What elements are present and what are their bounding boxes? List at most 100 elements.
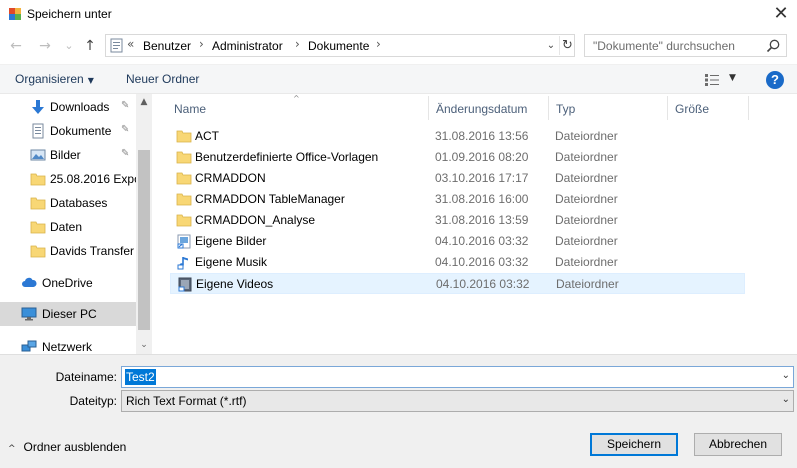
file-date: 04.10.2016 03:32 [436, 277, 530, 291]
refresh-button[interactable]: ↻ [559, 36, 575, 55]
sidebar-item-label: OneDrive [42, 276, 93, 290]
file-name: CRMADDON [195, 171, 266, 185]
file-name: Benutzerdefinierte Office-Vorlagen [195, 150, 379, 164]
column-divider[interactable] [748, 96, 749, 120]
file-type: Dateiordner [556, 277, 619, 291]
search-input[interactable]: "Dokumente" durchsuchen [584, 34, 787, 57]
breadcrumb-separator[interactable]: › [295, 37, 300, 51]
table-row-selected[interactable]: Eigene Videos 04.10.2016 03:32 Dateiordn… [170, 273, 745, 294]
sidebar-item-dokumente[interactable]: Dokumente ✎ [0, 119, 136, 143]
column-header-name[interactable]: Name [174, 102, 206, 116]
location-icon [110, 38, 123, 53]
chevron-up-icon: ^ [8, 444, 16, 454]
sort-indicator-icon: ^ [293, 94, 300, 103]
filename-dropdown-button[interactable]: ⌄ [782, 370, 790, 381]
breadcrumb-dokumente[interactable]: Dokumente [308, 39, 369, 53]
folder-icon [176, 214, 192, 227]
table-row[interactable]: Benutzerdefinierte Office-Vorlagen 01.09… [170, 147, 745, 168]
breadcrumb-benutzer[interactable]: Benutzer [143, 39, 191, 53]
nav-scrollbar[interactable]: ▲ ⌄ [136, 94, 152, 354]
pin-icon[interactable]: ✎ [121, 148, 129, 159]
file-name: ACT [195, 129, 219, 143]
hide-folders-button[interactable]: ^ Ordner ausblenden [8, 440, 126, 454]
file-name: Eigene Musik [195, 255, 268, 269]
recent-locations-button[interactable]: ⌄ [60, 37, 78, 55]
pin-icon[interactable]: ✎ [121, 100, 129, 111]
cloud-icon [22, 277, 37, 287]
scroll-down-button[interactable]: ⌄ [136, 337, 152, 353]
column-divider[interactable] [667, 96, 668, 120]
scroll-up-button[interactable]: ▲ [136, 94, 152, 110]
view-options-icon[interactable] [704, 73, 720, 87]
overflow-chevron[interactable]: « [127, 37, 134, 51]
view-dropdown-button[interactable]: ▼ [729, 73, 736, 83]
table-row[interactable]: Eigene Bilder 04.10.2016 03:32 Dateiordn… [170, 231, 745, 252]
file-name: CRMADDON TableManager [195, 192, 345, 206]
filetype-select[interactable]: Rich Text Format (*.rtf) ⌄ [121, 390, 794, 412]
sidebar-item-dieser-pc[interactable]: Dieser PC [0, 302, 136, 326]
filename-field[interactable]: Test2 ⌄ [121, 366, 794, 388]
search-icon[interactable] [765, 38, 781, 54]
chevron-down-icon: ⌄ [781, 394, 790, 405]
save-options-panel: Dateiname: Test2 ⌄ Dateityp: Rich Text F… [0, 354, 797, 468]
folder-icon [176, 172, 192, 185]
help-icon[interactable]: ? [766, 71, 784, 89]
pictures-shortcut-icon [177, 234, 191, 249]
up-button[interactable]: ↑ [81, 37, 99, 55]
sidebar-item-label: 25.08.2016 Expor [50, 172, 136, 186]
sidebar-item-davids-transfer[interactable]: Davids Transfer [0, 239, 136, 263]
back-button[interactable]: ← [7, 37, 25, 55]
breadcrumb-separator[interactable]: › [376, 37, 381, 51]
address-dropdown-button[interactable]: ⌄ [543, 37, 559, 54]
file-name: Eigene Videos [196, 277, 274, 291]
breadcrumb-separator[interactable]: › [199, 37, 204, 51]
table-row[interactable]: CRMADDON_Analyse 31.08.2016 13:59 Dateio… [170, 210, 745, 231]
sidebar-item-downloads[interactable]: Downloads ✎ [0, 95, 136, 119]
save-button[interactable]: Speichern [590, 433, 678, 456]
documents-icon [32, 123, 44, 139]
table-row[interactable]: CRMADDON 03.10.2016 17:17 Dateiordner [170, 168, 745, 189]
column-divider[interactable] [428, 96, 429, 120]
address-bar[interactable]: « Benutzer › Administrator › Dokumente ›… [105, 34, 575, 57]
table-row[interactable]: ACT 31.08.2016 13:56 Dateiordner [170, 126, 745, 147]
pin-icon[interactable]: ✎ [121, 124, 129, 135]
hide-folders-label: Ordner ausblenden [23, 440, 127, 454]
sidebar-item-daten[interactable]: Daten [0, 215, 136, 239]
column-header-type[interactable]: Typ [556, 102, 575, 116]
title-bar: Speichern unter ✕ [0, 0, 797, 28]
sidebar-item-label: Netzwerk [42, 340, 93, 354]
cancel-button[interactable]: Abbrechen [694, 433, 782, 456]
sidebar-item-label: Databases [50, 196, 108, 210]
window-title: Speichern unter [27, 7, 112, 21]
close-button[interactable]: ✕ [767, 2, 795, 26]
table-row[interactable]: Eigene Musik 04.10.2016 03:32 Dateiordne… [170, 252, 745, 273]
sidebar-item-databases[interactable]: Databases [0, 191, 136, 215]
table-row[interactable]: CRMADDON TableManager 31.08.2016 16:00 D… [170, 189, 745, 210]
organize-menu-button[interactable]: Organisieren ▼ [15, 72, 94, 86]
network-icon [21, 340, 37, 352]
computer-icon [21, 307, 37, 321]
folder-icon [30, 173, 46, 186]
file-name: Eigene Bilder [195, 234, 267, 248]
column-header-size[interactable]: Größe [675, 102, 709, 116]
filetype-label: Dateityp: [69, 394, 117, 408]
sidebar-item-label: Davids Transfer [50, 244, 135, 258]
scroll-thumb[interactable] [138, 150, 150, 330]
column-header-date[interactable]: Änderungsdatum [436, 102, 527, 116]
sidebar-item-bilder[interactable]: Bilder ✎ [0, 143, 136, 167]
column-divider[interactable] [548, 96, 549, 120]
videos-shortcut-icon [178, 277, 192, 292]
sidebar-item-label: Daten [50, 220, 83, 234]
folder-icon [30, 197, 46, 210]
forward-button[interactable]: → [36, 37, 54, 55]
music-shortcut-icon [177, 257, 188, 270]
breadcrumb-administrator[interactable]: Administrator [212, 39, 283, 53]
file-date: 03.10.2016 17:17 [435, 171, 529, 185]
download-arrow-icon [32, 100, 44, 114]
folder-icon [30, 245, 46, 258]
new-folder-button[interactable]: Neuer Ordner [126, 72, 199, 86]
chevron-down-icon: ▼ [87, 76, 94, 85]
sidebar-item-export[interactable]: 25.08.2016 Expor [0, 167, 136, 191]
sidebar-item-onedrive[interactable]: OneDrive [0, 271, 136, 295]
file-list: ^ Name Änderungsdatum Typ Größe ACT 31.0… [152, 94, 797, 354]
